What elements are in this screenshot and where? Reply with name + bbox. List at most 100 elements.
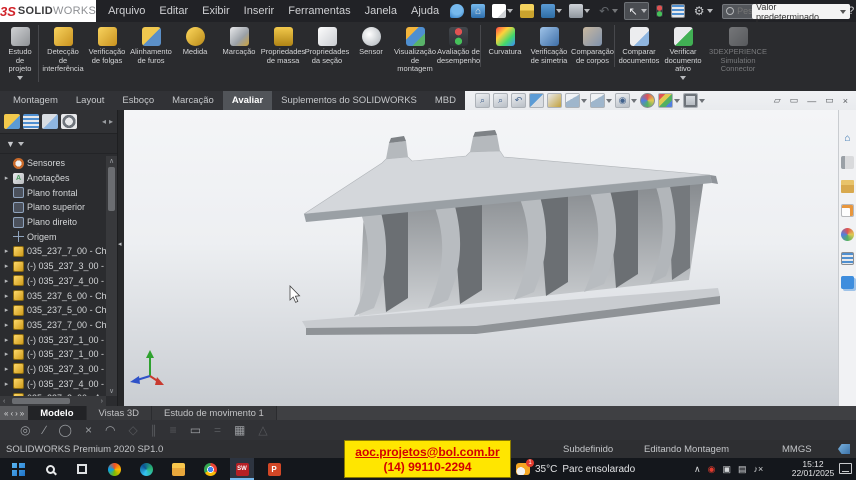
doc-new-window-icon[interactable]: ▱ [774, 95, 781, 106]
tab-avaliar[interactable]: Avaliar [223, 91, 272, 110]
taskbar-weather[interactable]: 1 35°C Parc ensolarado [516, 458, 635, 480]
appearances-icon[interactable] [841, 228, 854, 241]
select-button[interactable]: ↖ [624, 2, 649, 20]
polygon-icon[interactable]: △ [258, 423, 267, 437]
curvature-button[interactable]: Curvatura [483, 25, 527, 59]
linear-pattern-icon[interactable]: ▦ [234, 423, 245, 437]
tab-scroll-left-button[interactable]: ‹ [10, 409, 13, 418]
tree-item[interactable]: ▸ (-) 035_237_1_00 - Ar [0, 332, 106, 347]
home-button[interactable]: ⌂ [470, 3, 486, 19]
doc-restore-button[interactable]: ▭ [825, 95, 834, 106]
tree-item[interactable]: ▸ (-) 035_237_1_00 - Ar [0, 347, 106, 362]
previous-view-icon[interactable]: ↶ [511, 93, 526, 108]
tree-vertical-scrollbar[interactable]: ∧ ∨ [106, 156, 117, 396]
propertymanager-tab-icon[interactable] [23, 114, 39, 129]
menu-arquivo[interactable]: Arquivo [108, 5, 145, 17]
tree-horizontal-scrollbar[interactable]: ‹ › [0, 396, 106, 406]
menu-exibir[interactable]: Exibir [202, 5, 230, 17]
copilot-button[interactable] [102, 458, 126, 480]
menu-editar[interactable]: Editar [159, 5, 188, 17]
trim-entities-icon[interactable]: × [85, 423, 92, 437]
taskbar-clock[interactable]: 15:12 22/01/2025 [788, 460, 838, 478]
offset-entities-icon[interactable]: ≡ [170, 423, 177, 437]
notification-center-icon[interactable] [839, 463, 852, 474]
design-study-button[interactable]: Estudo de projeto [2, 25, 39, 82]
graphics-viewport[interactable] [124, 110, 838, 406]
tab-scroll-right-button[interactable]: › [15, 409, 18, 418]
featuremanager-tab-icon[interactable] [4, 114, 20, 129]
expand-arrow-icon[interactable]: ▸ [3, 247, 10, 255]
solidworks-resources-icon[interactable] [841, 156, 854, 169]
powerpoint-button[interactable]: P [262, 458, 286, 480]
tree-item[interactable]: ▸ 035_237_7_00 - Chap [0, 318, 106, 333]
new-document-button[interactable] [491, 3, 514, 19]
corner-rectangle-icon[interactable]: ▭ [190, 423, 201, 437]
menu-inserir[interactable]: Inserir [244, 5, 275, 17]
convert-entities-icon[interactable]: ∥ [151, 423, 157, 437]
performance-evaluation-button[interactable]: Avaliação de desempenho [437, 25, 481, 67]
expand-arrow-icon[interactable]: ▸ [3, 262, 10, 270]
tree-item[interactable]: ▸ 035_237_7_00 - Chap [0, 244, 106, 259]
expand-arrow-icon[interactable]: ▸ [3, 380, 10, 388]
tree-item[interactable]: Plano direito [0, 215, 106, 230]
options-list-button[interactable] [670, 3, 686, 19]
hidden-icons-chevron[interactable]: ∧ [694, 464, 701, 475]
view-orientation-icon[interactable] [565, 93, 580, 108]
annotation-views-icon[interactable] [547, 93, 562, 108]
edit-appearance-icon[interactable] [640, 93, 655, 108]
collapse-panel-icon[interactable]: ◂ [118, 240, 122, 248]
hole-alignment-button[interactable]: Alinhamento de furos [129, 25, 173, 67]
tab-esboco[interactable]: Esboço [113, 91, 163, 110]
chrome-button[interactable] [198, 458, 222, 480]
pin-button[interactable] [449, 3, 465, 19]
tab-marcacao[interactable]: Marcação [163, 91, 223, 110]
tab-modelo[interactable]: Modelo [28, 406, 86, 420]
mass-properties-button[interactable]: Propriedades de massa [261, 25, 305, 67]
equal-relation-icon[interactable]: = [214, 423, 221, 437]
mirror-entities-icon[interactable]: ◇ [128, 423, 137, 437]
units-selector[interactable]: MMGS [782, 444, 812, 455]
sketch-ellipse-icon[interactable]: ◯ [59, 423, 72, 437]
apply-scene-icon[interactable] [658, 93, 673, 108]
expand-arrow-icon[interactable]: ▸ [3, 277, 10, 285]
configuration-dropdown[interactable]: Valor predeterminado [752, 4, 850, 19]
tree-item[interactable]: Sensores [0, 156, 106, 171]
undo-button[interactable]: ↶ [596, 3, 619, 19]
tab-mbd[interactable]: MBD [426, 91, 465, 110]
home-icon[interactable]: ⌂ [841, 132, 854, 145]
view-settings-icon[interactable] [683, 93, 698, 108]
tree-filter-bar[interactable]: ▼ [0, 134, 117, 154]
configurationmanager-tab-icon[interactable] [42, 114, 58, 129]
scroll-right-icon[interactable]: › [101, 398, 103, 405]
expand-arrow-icon[interactable]: ▸ [3, 350, 10, 358]
tree-item[interactable]: ▸ 035_237_5_00 - Chap [0, 303, 106, 318]
doc-close-button[interactable]: × [843, 96, 848, 106]
rebuild-button[interactable] [654, 3, 665, 19]
record-icon[interactable]: ◉ [708, 464, 716, 475]
expand-arrow-icon[interactable]: ▸ [3, 321, 10, 329]
scroll-left-icon[interactable]: ‹ [3, 398, 5, 405]
scrollbar-thumb[interactable] [108, 167, 115, 211]
doc-minimize-button[interactable]: — [807, 96, 816, 106]
check-active-document-button[interactable]: Verificar documento ativo [661, 25, 705, 82]
panel-scroll-left-icon[interactable]: ◂ [102, 117, 106, 126]
dimxpertmanager-tab-icon[interactable] [61, 114, 77, 129]
display-style-icon[interactable] [590, 93, 605, 108]
tab-scroll-end-button[interactable]: » [20, 409, 24, 418]
view-palette-icon[interactable] [841, 204, 854, 217]
save-button[interactable] [540, 3, 563, 19]
tree-item[interactable]: ▸ A Anotações [0, 171, 106, 186]
open-button[interactable] [519, 3, 535, 19]
panel-scroll-right-icon[interactable]: ▸ [109, 117, 113, 126]
tree-item[interactable]: ▸ 035_237_6_00 - Chap [0, 288, 106, 303]
tab-suplementos[interactable]: Suplementos do SOLIDWORKS [272, 91, 426, 110]
tab-vistas-3d[interactable]: Vistas 3D [87, 406, 152, 420]
tag-icon[interactable] [838, 444, 850, 454]
measure-button[interactable]: Medida [173, 25, 217, 59]
3dexperience-simulation-connector-button[interactable]: 3DEXPERIENCE Simulation Connector [705, 25, 771, 76]
start-button[interactable] [6, 458, 30, 480]
section-view-icon[interactable] [529, 93, 544, 108]
tree-item[interactable]: ▸ (-) 035_237_4_00 - Ch [0, 274, 106, 289]
tab-layout[interactable]: Layout [67, 91, 114, 110]
markup-button[interactable]: Marcação [217, 25, 261, 59]
